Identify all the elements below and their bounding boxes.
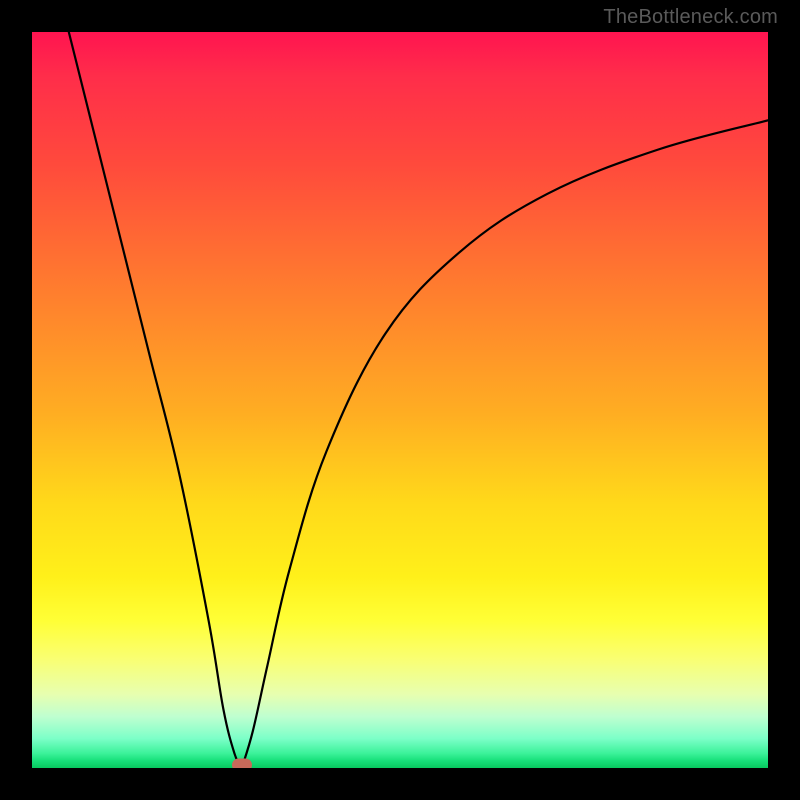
optimum-marker xyxy=(232,759,252,769)
attribution-text: TheBottleneck.com xyxy=(603,6,778,29)
plot-area xyxy=(32,32,768,768)
chart-frame: TheBottleneck.com xyxy=(0,0,800,800)
bottleneck-curve xyxy=(32,32,768,768)
curve-path-right xyxy=(242,120,768,768)
curve-path-left xyxy=(69,32,242,768)
